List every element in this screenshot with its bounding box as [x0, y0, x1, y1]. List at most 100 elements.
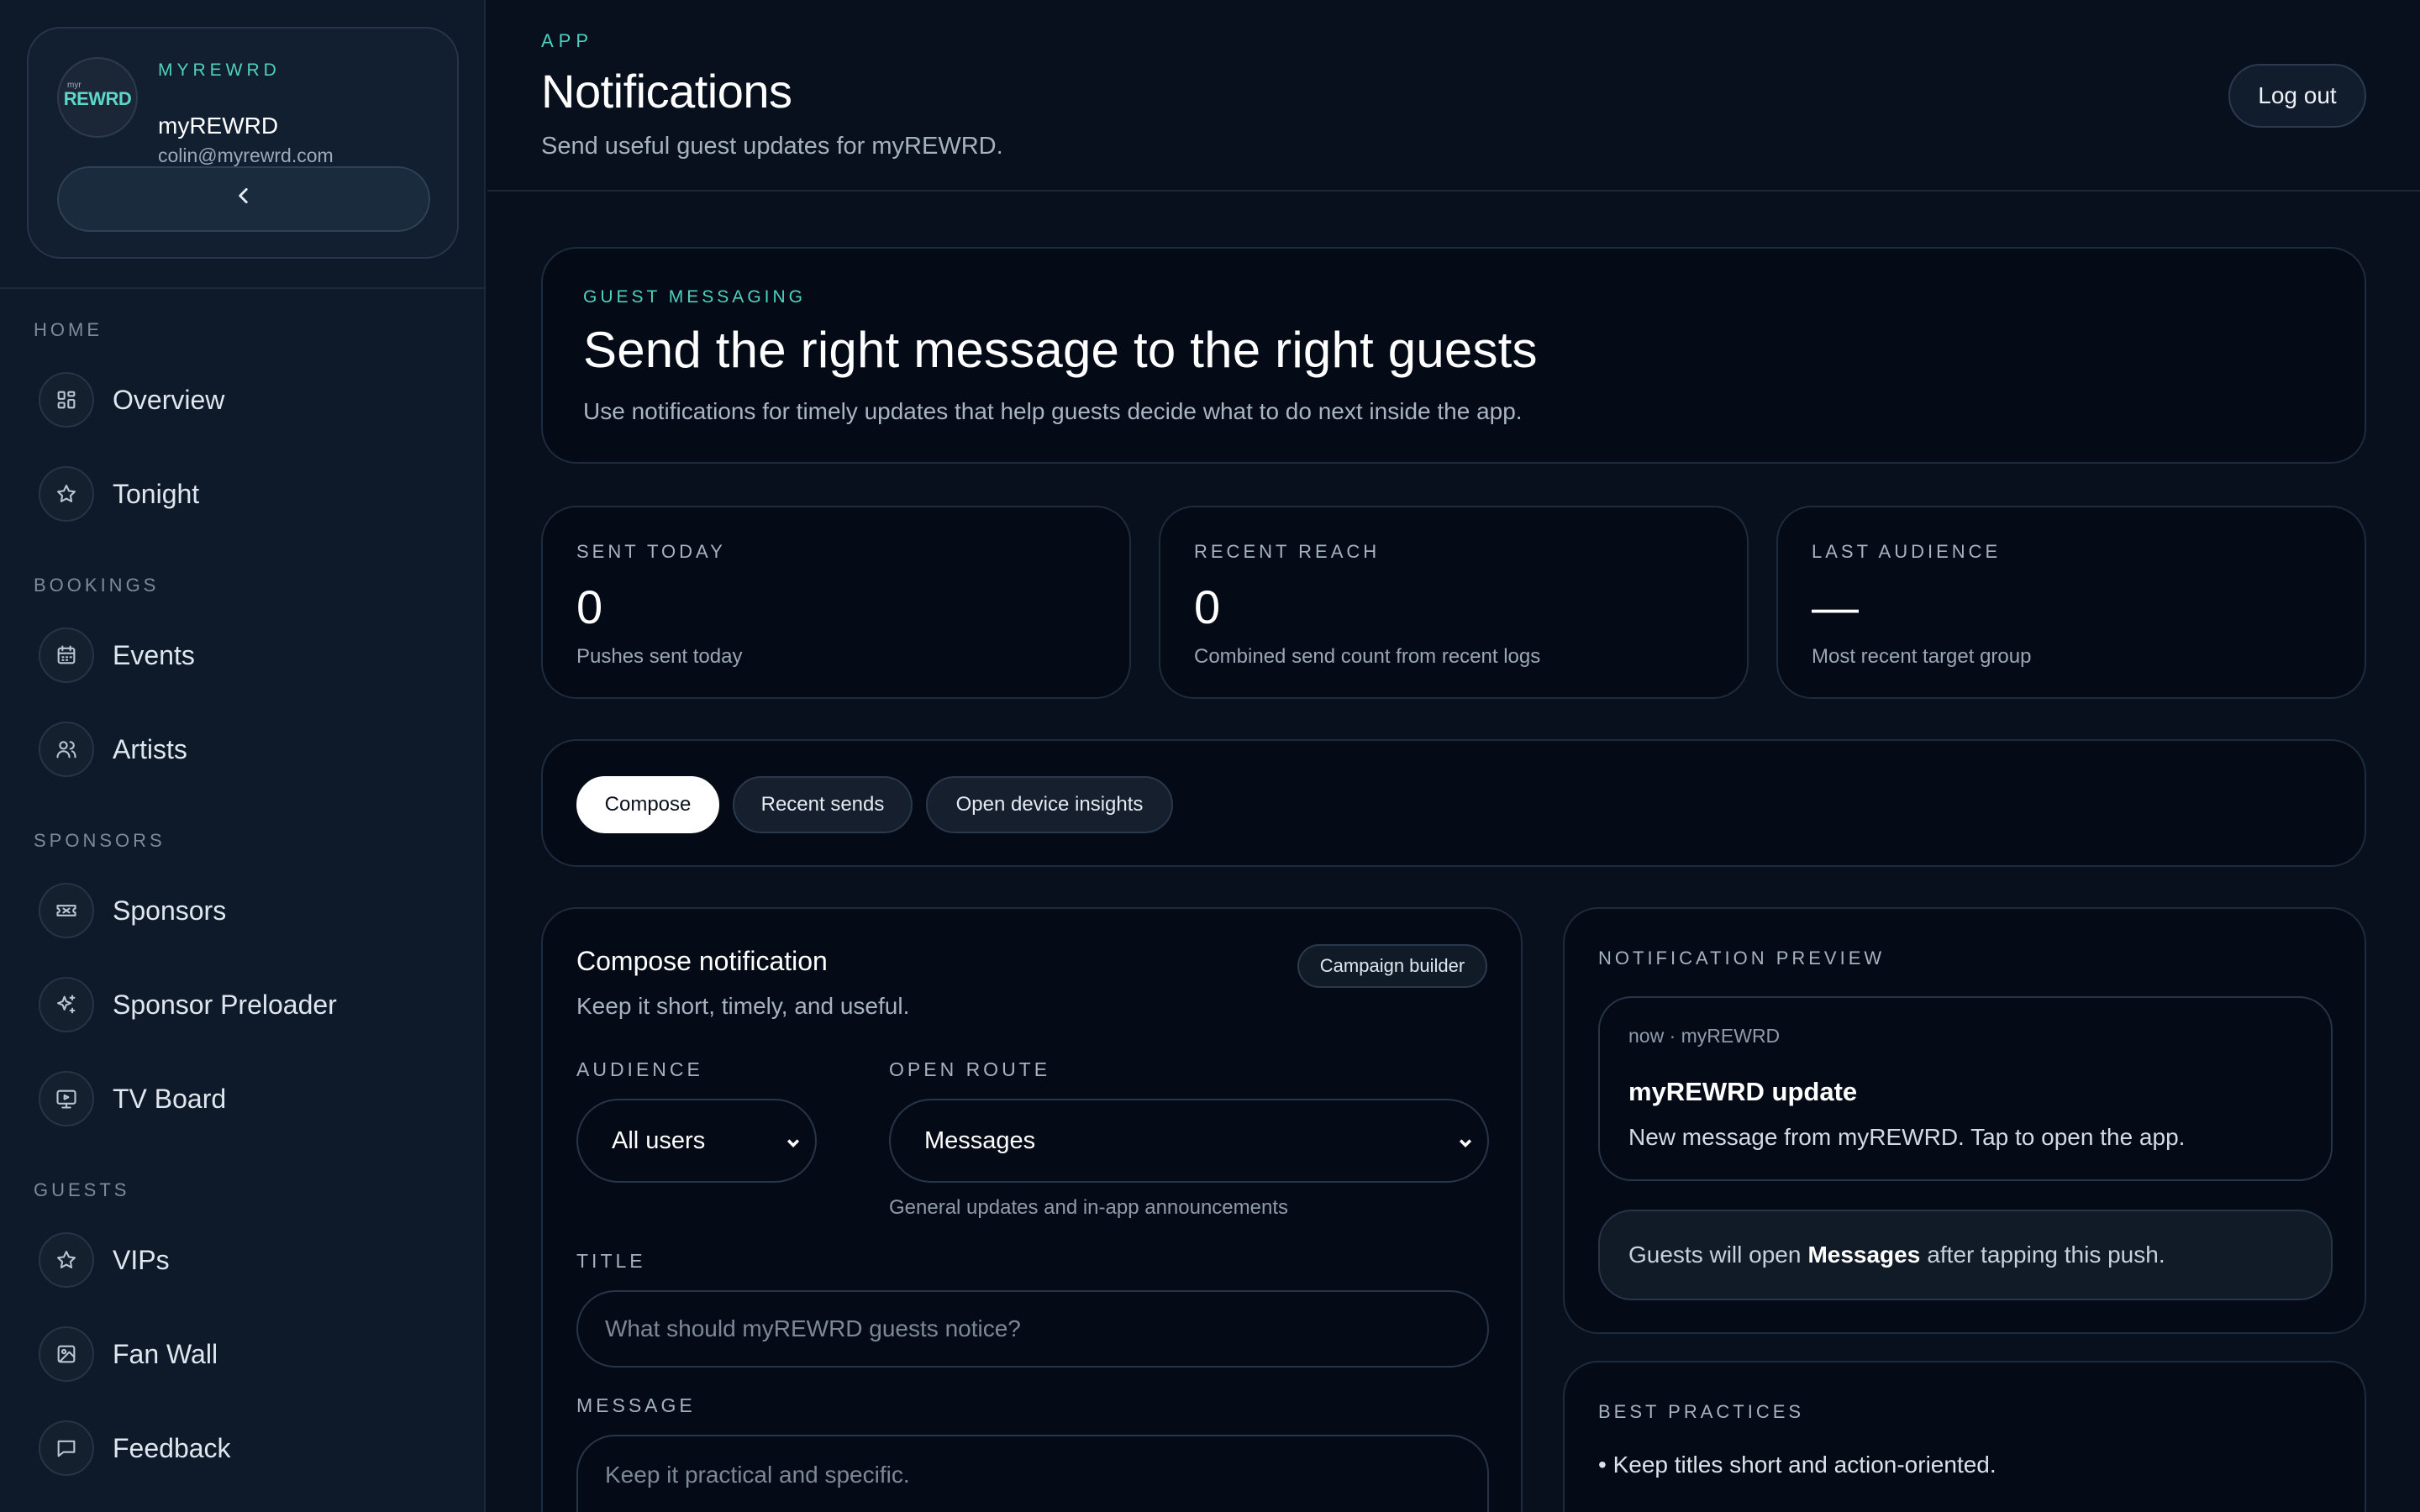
audience-value: All users	[612, 1126, 706, 1154]
page-header: APP Notifications Send useful guest upda…	[487, 0, 2420, 192]
route-note-prefix: Guests will open	[1628, 1242, 1802, 1268]
chevron-down-icon	[1454, 1131, 1477, 1154]
avatar: myr REWRD	[57, 57, 138, 138]
push-body: New message from myREWRD. Tap to open th…	[1628, 1124, 2186, 1150]
message-placeholder: Keep it practical and specific.	[605, 1462, 910, 1488]
stat-caption: Combined send count from recent logs	[1194, 645, 1541, 668]
stat-caption: Most recent target group	[1812, 645, 2032, 668]
message-label: MESSAGE	[576, 1394, 696, 1416]
nav-item-overview[interactable]: Overview	[39, 370, 224, 430]
monitor-icon	[39, 1071, 94, 1126]
nav-item-tonight[interactable]: Tonight	[39, 464, 199, 524]
nav-section-home: HOME	[34, 319, 103, 340]
stat-value: —	[1812, 580, 1859, 633]
tab-compose[interactable]: Compose	[576, 776, 719, 833]
stat-card-sent-today: SENT TODAY 0 Pushes sent today	[541, 506, 1131, 699]
nav-label: TV Board	[113, 1083, 227, 1114]
sidebar-divider	[0, 287, 486, 289]
nav-label: Sponsor Preloader	[113, 989, 337, 1020]
collapse-sidebar-button[interactable]	[57, 166, 430, 232]
nav-label: Artists	[113, 733, 187, 764]
nav-item-artists[interactable]: Artists	[39, 719, 187, 780]
page-title: Notifications	[541, 65, 792, 118]
stat-caption: Pushes sent today	[576, 645, 743, 668]
audience-label: AUDIENCE	[576, 1058, 703, 1080]
campaign-builder-button[interactable]: Campaign builder	[1297, 944, 1487, 988]
practice-item: • Keep titles short and action-oriented.	[1598, 1452, 1996, 1478]
tab-recent-sends[interactable]: Recent sends	[733, 776, 913, 833]
nav-item-vips[interactable]: VIPs	[39, 1230, 170, 1290]
hero-eyebrow: GUEST MESSAGING	[583, 287, 806, 307]
open-route-select[interactable]: Messages	[889, 1099, 1489, 1183]
title-input[interactable]: What should myREWRD guests notice?	[576, 1290, 1489, 1368]
audience-select[interactable]: All users	[576, 1099, 817, 1183]
nav-section-bookings: BOOKINGS	[34, 575, 160, 596]
open-route-value: Messages	[924, 1126, 1036, 1154]
profile-card: myr REWRD MYREWRD myREWRD colin@myrewrd.…	[27, 27, 459, 259]
nav-label: VIPs	[113, 1244, 170, 1275]
compose-title: Compose notification	[576, 946, 828, 976]
compose-subtitle: Keep it short, timely, and useful.	[576, 993, 910, 1019]
title-label: TITLE	[576, 1250, 646, 1272]
page-eyebrow: APP	[541, 30, 594, 51]
route-hint: General updates and in-app announcements	[889, 1196, 1289, 1219]
stat-value: 0	[1194, 580, 1221, 633]
main-content: APP Notifications Send useful guest upda…	[487, 0, 2420, 1512]
image-icon	[39, 1326, 94, 1382]
stat-card-recent-reach: RECENT REACH 0 Combined send count from …	[1159, 506, 1749, 699]
grid-icon	[39, 372, 94, 428]
preview-eyebrow: NOTIFICATION PREVIEW	[1598, 948, 1886, 969]
nav-label: Tonight	[113, 478, 200, 509]
star-icon	[39, 1232, 94, 1288]
nav-item-feedback[interactable]: Feedback	[39, 1418, 231, 1478]
nav-section-guests: GUESTS	[34, 1179, 130, 1200]
compose-card: Compose notification Keep it short, time…	[541, 907, 1523, 1512]
chevron-left-icon	[233, 185, 255, 213]
practices-eyebrow: BEST PRACTICES	[1598, 1401, 1805, 1422]
nav-item-sponsors[interactable]: Sponsors	[39, 880, 226, 941]
nav-label: Overview	[113, 384, 225, 415]
message-icon	[39, 1420, 94, 1476]
stat-card-last-audience: LAST AUDIENCE — Most recent target group	[1776, 506, 2366, 699]
route-note: Guests will open Messages after tapping …	[1598, 1210, 2333, 1300]
hero-description: Use notifications for timely updates tha…	[583, 398, 1523, 424]
brand-logo: REWRD	[63, 88, 132, 109]
open-route-label: OPEN ROUTE	[889, 1058, 1051, 1080]
ticket-icon	[39, 883, 94, 938]
sidebar: myr REWRD MYREWRD myREWRD colin@myrewrd.…	[0, 0, 486, 1512]
chevron-down-icon	[781, 1131, 805, 1154]
stat-label: RECENT REACH	[1194, 541, 1381, 562]
account-email: colin@myrewrd.com	[158, 144, 334, 166]
title-placeholder: What should myREWRD guests notice?	[605, 1315, 1021, 1341]
brand-name: myREWRD	[158, 113, 279, 139]
practice-text: Keep titles short and action-oriented.	[1612, 1452, 1996, 1478]
tab-open-device-insights[interactable]: Open device insights	[926, 776, 1173, 833]
nav-label: Events	[113, 639, 195, 670]
nav-label: Feedback	[113, 1432, 231, 1463]
calendar-icon	[39, 627, 94, 683]
nav-item-tv-board[interactable]: TV Board	[39, 1068, 226, 1129]
push-title: myREWRD update	[1628, 1077, 1858, 1106]
brand-eyebrow: MYREWRD	[158, 60, 281, 80]
nav-item-sponsor-preloader[interactable]: Sponsor Preloader	[39, 974, 337, 1035]
stat-value: 0	[576, 580, 603, 633]
route-note-suffix: after tapping this push.	[1927, 1242, 2165, 1268]
nav-item-events[interactable]: Events	[39, 625, 195, 685]
stat-label: LAST AUDIENCE	[1812, 541, 2002, 562]
nav-label: Sponsors	[113, 895, 227, 926]
stat-label: SENT TODAY	[576, 541, 726, 562]
route-note-route: Messages	[1807, 1242, 1921, 1268]
push-meta: now · myREWRD	[1628, 1025, 1781, 1047]
hero-card: GUEST MESSAGING Send the right message t…	[541, 247, 2366, 464]
nav-item-fan-wall[interactable]: Fan Wall	[39, 1324, 218, 1384]
tabs-bar: Compose Recent sends Open device insight…	[541, 739, 2366, 867]
best-practices-card: BEST PRACTICES • Keep titles short and a…	[1563, 1361, 2366, 1512]
message-textarea[interactable]: Keep it practical and specific.	[576, 1435, 1489, 1512]
sparkle-icon	[39, 977, 94, 1032]
star-icon	[39, 466, 94, 522]
hero-title: Send the right message to the right gues…	[583, 322, 1538, 378]
logout-button[interactable]: Log out	[2228, 64, 2366, 128]
notification-preview-card: NOTIFICATION PREVIEW now · myREWRD myREW…	[1563, 907, 2366, 1334]
page-subtitle: Send useful guest updates for myREWRD.	[541, 133, 1003, 160]
nav-label: Fan Wall	[113, 1338, 218, 1369]
